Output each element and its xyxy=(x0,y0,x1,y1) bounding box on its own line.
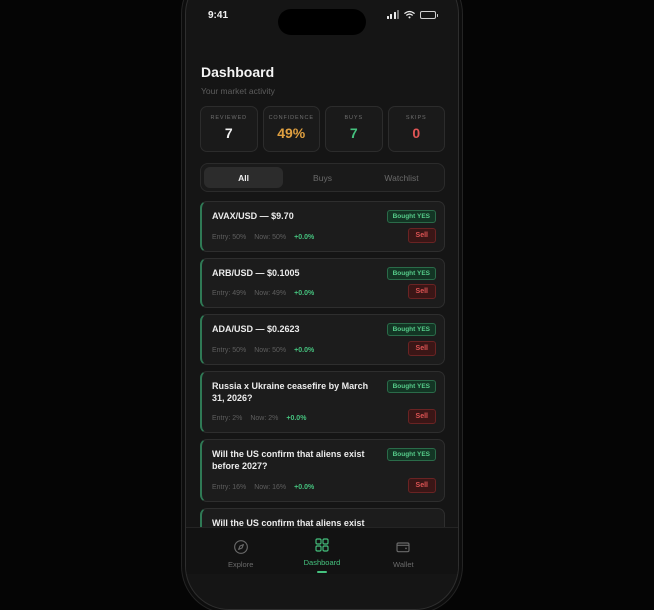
bottom-tab-bar: Explore Dashboard Wallet xyxy=(186,527,458,574)
change-value: +0.0% xyxy=(294,347,315,355)
position-title: Will the US confirm that aliens exist xyxy=(212,517,365,527)
app-screen: 9:41 Dashboard Your market activity REVI… xyxy=(186,1,458,574)
change-value: +0.0% xyxy=(294,483,315,491)
wallet-icon xyxy=(396,542,410,553)
status-badge: Bought YES xyxy=(386,380,436,394)
position-title: ADA/USD — $0.2623 xyxy=(212,324,300,335)
stat-skips: SKIPS 0 xyxy=(387,106,445,152)
sell-button[interactable]: Sell xyxy=(407,284,436,300)
stat-label: BUYS xyxy=(344,115,364,121)
position-title: AVAX/USD — $9.70 xyxy=(212,211,294,221)
position-card[interactable]: AVAX/USD — $9.70 Entry: 50% Now: 50% +0.… xyxy=(200,201,445,252)
now-value: Now: 50% xyxy=(254,233,287,241)
nav-wallet[interactable]: Wallet xyxy=(368,528,438,574)
nav-label: Wallet xyxy=(393,560,414,569)
page-header: Dashboard Your market activity xyxy=(201,64,275,96)
compass-icon xyxy=(233,540,248,554)
status-badge: Bought YES xyxy=(386,210,436,223)
entry-value: Entry: 16% xyxy=(212,483,247,491)
stats-row: REVIEWED 7 CONFIDENCE 49% BUYS 7 SKIPS 0 xyxy=(200,106,445,152)
position-meta: Entry: 50% Now: 50% +0.0% xyxy=(212,347,435,354)
tab-buys[interactable]: Buys xyxy=(283,167,362,188)
position-meta: Entry: 50% Now: 50% +0.0% xyxy=(212,234,435,241)
sell-button[interactable]: Sell xyxy=(407,341,436,357)
stat-value: 7 xyxy=(349,125,358,141)
sell-button[interactable]: Sell xyxy=(407,409,436,425)
stat-label: REVIEWED xyxy=(210,115,248,121)
tab-watchlist[interactable]: Watchlist xyxy=(362,167,441,188)
stat-value: 49% xyxy=(277,125,306,141)
stat-reviewed: REVIEWED 7 xyxy=(200,106,258,152)
stat-label: SKIPS xyxy=(405,115,427,121)
change-value: +0.0% xyxy=(286,415,307,423)
positions-list[interactable]: AVAX/USD — $9.70 Entry: 50% Now: 50% +0.… xyxy=(200,201,445,527)
entry-value: Entry: 50% xyxy=(212,347,247,355)
entry-value: Entry: 49% xyxy=(212,290,247,298)
position-title: Russia x Ukraine ceasefire by March 31, … xyxy=(212,381,369,403)
position-title: Will the US confirm that aliens exist be… xyxy=(212,449,365,472)
now-value: Now: 49% xyxy=(254,290,287,298)
position-card[interactable]: ADA/USD — $0.2623 Entry: 50% Now: 50% +0… xyxy=(200,314,445,366)
position-meta: Entry: 49% Now: 49% +0.0% xyxy=(212,290,435,297)
filter-tabs: All Buys Watchlist xyxy=(200,163,445,192)
status-badge: Bought YES xyxy=(386,448,436,462)
nav-explore[interactable]: Explore xyxy=(206,528,276,574)
status-icons xyxy=(386,10,438,19)
status-time: 9:41 xyxy=(208,10,229,21)
dynamic-island xyxy=(278,9,366,35)
stat-buys: BUYS 7 xyxy=(325,106,383,152)
sell-button[interactable]: Sell xyxy=(407,227,436,243)
stat-value: 7 xyxy=(224,125,233,141)
sell-button[interactable]: Sell xyxy=(407,477,436,493)
stat-label: CONFIDENCE xyxy=(268,115,314,121)
status-badge: Bought YES xyxy=(386,266,436,280)
position-title: ARB/USD — $0.1005 xyxy=(212,267,300,278)
position-meta: Entry: 16% Now: 16% +0.0% xyxy=(212,484,435,491)
battery-icon xyxy=(420,10,438,19)
signal-icon xyxy=(386,10,399,19)
now-value: Now: 2% xyxy=(250,415,279,423)
page-subtitle: Your market activity xyxy=(201,86,275,96)
now-value: Now: 50% xyxy=(254,347,287,355)
nav-label: Dashboard xyxy=(303,558,341,567)
tab-all[interactable]: All xyxy=(204,167,283,188)
position-card[interactable]: Russia x Ukraine ceasefire by March 31, … xyxy=(200,371,445,434)
wifi-icon xyxy=(404,10,415,19)
change-value: +0.0% xyxy=(294,290,315,298)
stat-value: 0 xyxy=(412,125,421,141)
change-value: +0.0% xyxy=(294,233,315,241)
phone-frame: 9:41 Dashboard Your market activity REVI… xyxy=(185,0,459,610)
position-meta: Entry: 2% Now: 2% +0.0% xyxy=(212,415,435,422)
position-card-partial[interactable]: Will the US confirm that aliens exist xyxy=(200,507,445,527)
entry-value: Entry: 50% xyxy=(212,233,247,241)
entry-value: Entry: 2% xyxy=(212,415,243,423)
position-card[interactable]: Will the US confirm that aliens exist be… xyxy=(200,439,445,502)
nav-dashboard[interactable]: Dashboard xyxy=(287,528,357,574)
nav-label: Explore xyxy=(227,560,254,569)
status-badge: Bought YES xyxy=(386,323,436,337)
grid-icon xyxy=(315,538,329,552)
stat-confidence: CONFIDENCE 49% xyxy=(262,106,320,152)
now-value: Now: 16% xyxy=(254,483,287,491)
position-card[interactable]: ARB/USD — $0.1005 Entry: 49% Now: 49% +0… xyxy=(200,257,445,309)
status-bar: 9:41 xyxy=(186,1,458,35)
page-title: Dashboard xyxy=(201,64,275,80)
